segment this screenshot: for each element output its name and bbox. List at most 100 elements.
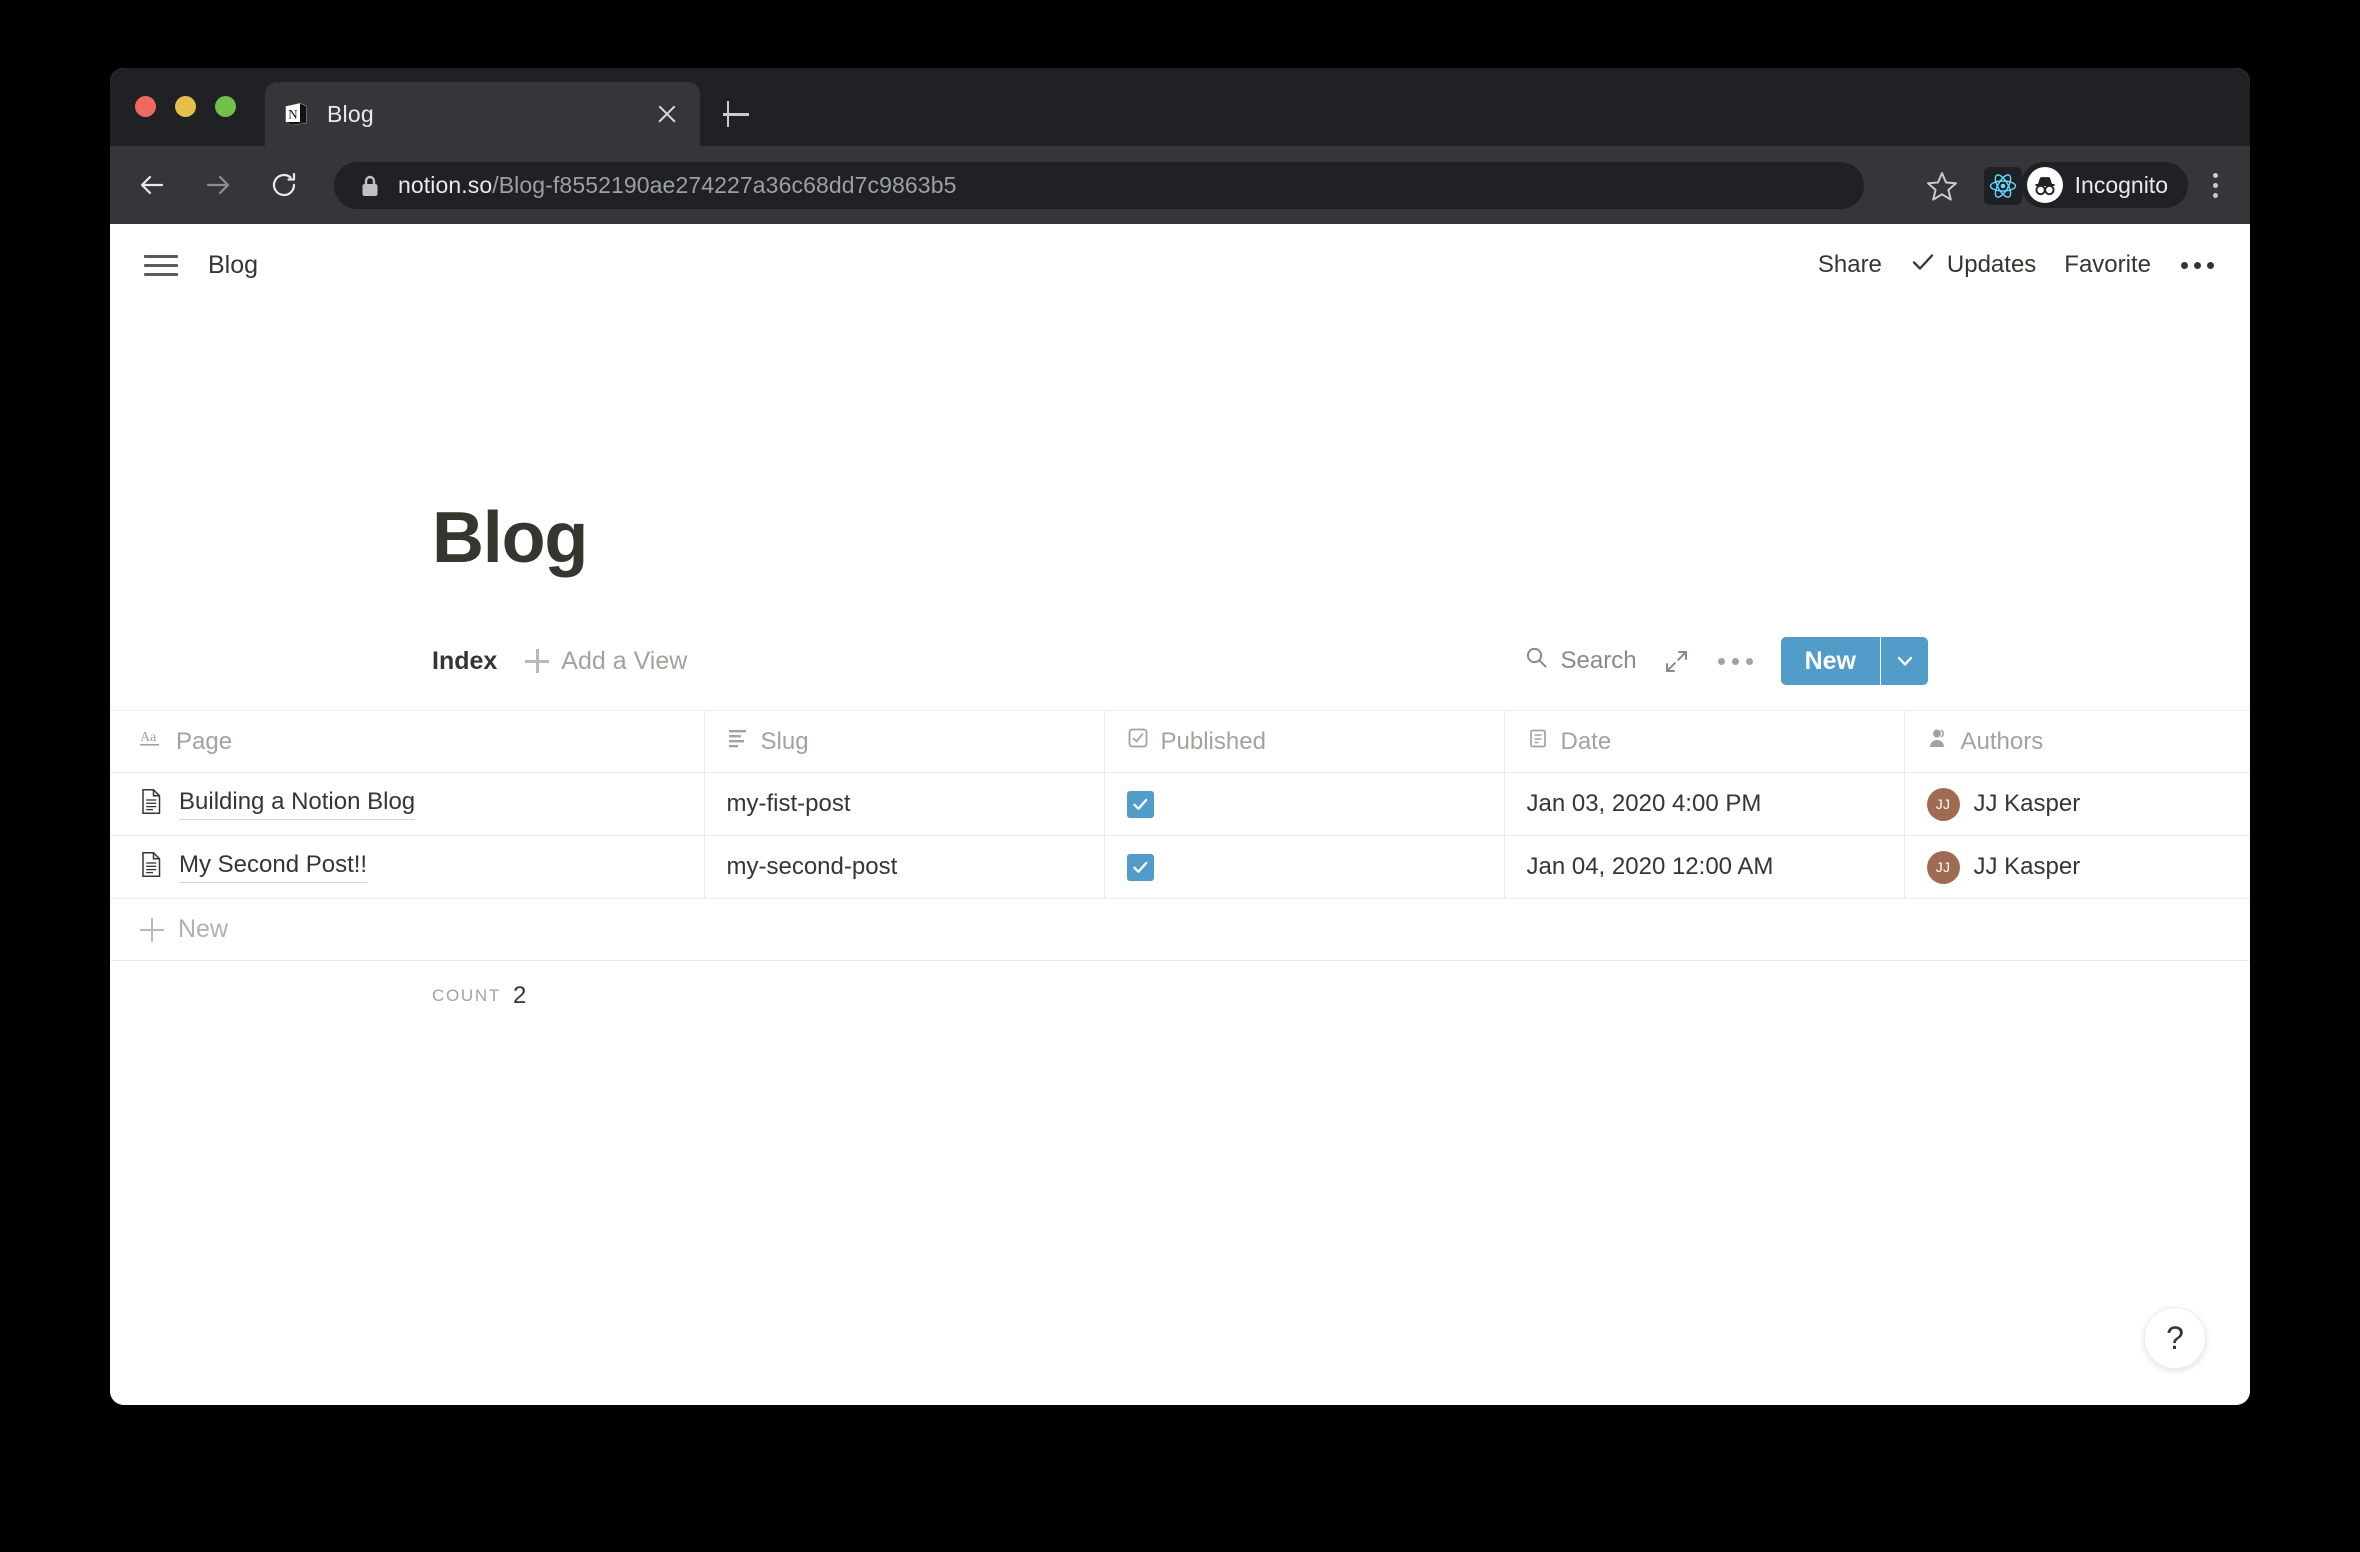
date-value: Jan 03, 2020 4:00 PM [1527, 790, 1762, 817]
page-link[interactable]: My Second Post!! [179, 851, 367, 883]
cell-date[interactable]: Jan 03, 2020 4:00 PM [1504, 773, 1904, 836]
slug-value: my-fist-post [727, 790, 851, 817]
author-name: JJ Kasper [1974, 790, 2081, 818]
new-dropdown-caret-icon[interactable] [1880, 637, 1928, 685]
browser-menu-icon[interactable] [2198, 165, 2232, 205]
published-checkbox[interactable] [1127, 854, 1154, 881]
page-more-menu-icon[interactable] [2179, 256, 2216, 275]
search-icon [1524, 645, 1549, 677]
table-header-row: Aa Page [110, 711, 2250, 773]
text-lines-icon [727, 727, 749, 756]
search-label: Search [1561, 647, 1637, 675]
cell-page[interactable]: My Second Post!! [110, 836, 704, 899]
cell-page[interactable]: Building a Notion Blog [110, 773, 704, 836]
cell-published[interactable] [1104, 773, 1504, 836]
close-window-button[interactable] [135, 96, 156, 117]
breadcrumb[interactable]: Blog [208, 251, 258, 280]
page-document-icon [140, 788, 163, 820]
add-view-button[interactable]: Add a View [525, 647, 687, 676]
page-document-icon [140, 851, 163, 883]
page-title[interactable]: Blog [432, 502, 2250, 574]
page-content: Blog Index Add a View [110, 502, 2250, 1031]
reload-button[interactable] [260, 161, 308, 209]
author-name: JJ Kasper [1974, 853, 2081, 881]
plus-icon [525, 649, 549, 673]
page-link[interactable]: Building a Notion Blog [179, 788, 415, 820]
cell-authors[interactable]: JJ JJ Kasper [1904, 836, 2250, 899]
cell-authors[interactable]: JJ JJ Kasper [1904, 773, 2250, 836]
forward-button[interactable] [194, 161, 242, 209]
database-view-bar: Index Add a View Search [110, 630, 2250, 692]
column-header-date[interactable]: Date [1504, 711, 1904, 773]
expand-fullscreen-icon[interactable] [1663, 648, 1690, 675]
window-traffic-lights [135, 96, 236, 117]
plus-icon [140, 918, 164, 942]
notion-cube-icon: N [283, 101, 309, 127]
browser-tab[interactable]: N Blog [265, 82, 700, 146]
column-header-slug[interactable]: Slug [704, 711, 1104, 773]
add-new-row-label: New [178, 915, 228, 944]
column-header-page[interactable]: Aa Page [110, 711, 704, 773]
column-header-authors[interactable]: Authors [1904, 711, 2250, 773]
minimize-window-button[interactable] [175, 96, 196, 117]
new-button-group: New [1781, 637, 1928, 685]
tab-title: Blog [327, 101, 652, 128]
maximize-window-button[interactable] [215, 96, 236, 117]
date-value: Jan 04, 2020 12:00 AM [1527, 853, 1774, 880]
incognito-label: Incognito [2075, 172, 2168, 199]
incognito-icon [2027, 167, 2063, 203]
table-row[interactable]: My Second Post!! my-second-post [110, 836, 2250, 899]
page-title-block: Blog [110, 502, 2250, 574]
favorite-button[interactable]: Favorite [2064, 251, 2151, 279]
table-footer-count[interactable]: COUNT 2 [110, 961, 2250, 1031]
cell-slug[interactable]: my-fist-post [704, 773, 1104, 836]
column-label: Slug [761, 728, 809, 756]
incognito-profile-button[interactable]: Incognito [2021, 162, 2188, 208]
cell-date[interactable]: Jan 04, 2020 12:00 AM [1504, 836, 1904, 899]
new-tab-button[interactable] [715, 93, 757, 135]
add-new-row-button[interactable]: New [110, 899, 2250, 961]
tab-strip: N Blog [110, 68, 2250, 146]
svg-text:Aa: Aa [140, 730, 157, 745]
updates-label: Updates [1947, 251, 2036, 279]
view-more-menu-icon[interactable] [1716, 650, 1755, 673]
cell-published[interactable] [1104, 836, 1504, 899]
notion-page: Blog Share Updates Favorite Blog [110, 224, 2250, 1405]
table-row[interactable]: Building a Notion Blog my-fist-post [110, 773, 2250, 836]
table-head: Aa Page [110, 711, 2250, 773]
column-label: Date [1561, 728, 1612, 756]
view-bar-actions: Search New [1524, 637, 1928, 685]
avatar: JJ [1927, 788, 1960, 821]
column-header-published[interactable]: Published [1104, 711, 1504, 773]
updates-button[interactable]: Updates [1910, 249, 2036, 282]
published-checkbox[interactable] [1127, 791, 1154, 818]
address-bar[interactable]: notion.so/Blog-f8552190ae274227a36c68dd7… [334, 162, 1864, 209]
check-icon [1910, 249, 1936, 282]
person-icon [1927, 727, 1949, 756]
cell-slug[interactable]: my-second-post [704, 836, 1104, 899]
checkbox-icon [1127, 727, 1149, 756]
column-label: Authors [1961, 728, 2044, 756]
view-tab-index[interactable]: Index [432, 647, 497, 676]
notion-topbar-actions: Share Updates Favorite [1818, 249, 2216, 282]
count-value: 2 [513, 982, 526, 1010]
url-host: notion.so [398, 172, 492, 198]
avatar: JJ [1927, 851, 1960, 884]
database-table: Aa Page [110, 710, 2250, 1031]
table: Aa Page [110, 710, 2250, 899]
column-label: Published [1161, 728, 1266, 756]
search-button[interactable]: Search [1524, 645, 1637, 677]
share-button[interactable]: Share [1818, 251, 1882, 279]
help-button[interactable]: ? [2144, 1307, 2206, 1369]
react-devtools-extension-icon[interactable] [1984, 167, 2022, 205]
back-button[interactable] [128, 161, 176, 209]
svg-text:N: N [288, 107, 298, 122]
url-text: notion.so/Blog-f8552190ae274227a36c68dd7… [398, 172, 956, 199]
add-view-label: Add a View [561, 647, 687, 676]
slug-value: my-second-post [727, 853, 898, 880]
sidebar-toggle-icon[interactable] [140, 244, 182, 286]
count-label: COUNT [432, 986, 501, 1006]
new-button[interactable]: New [1781, 637, 1880, 685]
bookmark-star-icon[interactable] [1922, 166, 1962, 206]
close-tab-icon[interactable] [652, 99, 682, 129]
